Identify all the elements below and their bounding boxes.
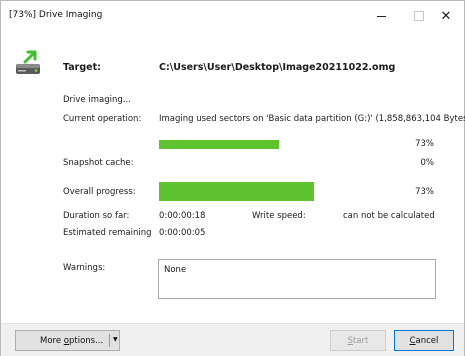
- drive-imaging-window: [73%] Drive Imaging ✕ Target: C:\Users\U…: [0, 0, 465, 356]
- estimated-remaining-label: Estimated remaining: [63, 228, 152, 238]
- overall-progress-percent: 73%: [415, 187, 434, 197]
- status-heading: Drive imaging...: [63, 95, 131, 105]
- button-bar: More options... ▼ Start Cancel: [1, 323, 464, 356]
- warnings-text: None: [164, 265, 187, 275]
- close-button[interactable]: ✕: [426, 1, 465, 31]
- overall-progress-bar: [159, 182, 372, 201]
- cancel-button[interactable]: Cancel: [394, 330, 454, 351]
- drive-imaging-icon: [16, 50, 40, 74]
- current-progress-fill: [159, 140, 280, 149]
- start-button[interactable]: Start: [330, 330, 386, 351]
- current-operation-progress: [159, 140, 324, 149]
- duration-label: Duration so far:: [63, 211, 130, 221]
- warnings-box[interactable]: None: [158, 259, 436, 299]
- maximize-icon: [414, 11, 424, 21]
- more-options-label: More options...: [40, 335, 104, 346]
- window-title: [73%] Drive Imaging: [9, 10, 103, 20]
- duration-value: 0:00:00:18: [159, 211, 206, 221]
- warnings-label: Warnings:: [63, 263, 106, 273]
- current-progress-percent: 73%: [415, 139, 434, 149]
- estimated-remaining-value: 0:00:00:05: [159, 228, 206, 238]
- target-path: C:\Users\User\Desktop\Image20211022.omg: [159, 62, 396, 73]
- current-operation-label: Current operation:: [63, 114, 142, 124]
- current-operation-value: Imaging used sectors on 'Basic data part…: [159, 114, 465, 124]
- snapshot-cache-label: Snapshot cache:: [63, 158, 134, 168]
- overall-progress-fill: [159, 182, 315, 201]
- snapshot-cache-percent: 0%: [420, 158, 435, 168]
- start-label: Start: [347, 335, 369, 346]
- cancel-label: Cancel: [409, 335, 439, 346]
- minimize-icon: [376, 15, 386, 17]
- more-options-button[interactable]: More options... ▼: [15, 330, 120, 351]
- minimize-button[interactable]: [361, 1, 401, 31]
- split-separator: [109, 334, 110, 347]
- write-speed-label: Write speed:: [252, 211, 306, 221]
- write-speed-value: can not be calculated: [343, 211, 435, 221]
- target-label: Target:: [63, 62, 101, 73]
- title-bar[interactable]: [73%] Drive Imaging ✕: [1, 1, 464, 31]
- dropdown-arrow-icon[interactable]: ▼: [113, 337, 118, 343]
- overall-progress-label: Overall progress:: [63, 187, 136, 197]
- close-icon: ✕: [440, 8, 452, 24]
